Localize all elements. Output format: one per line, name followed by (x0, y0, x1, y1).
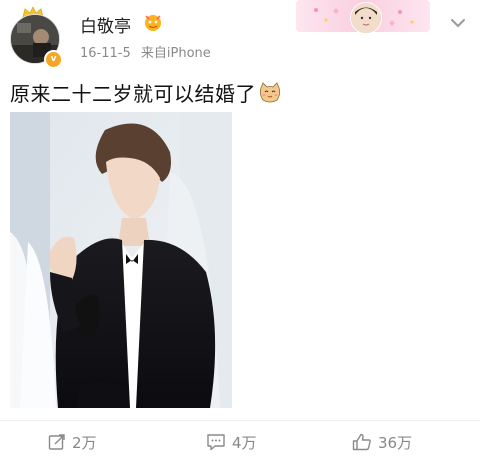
post-text: 原来二十二岁就可以结婚了 (10, 78, 282, 107)
post-image[interactable] (10, 112, 232, 408)
post-date: 16-11-5 (80, 46, 131, 61)
fan-card-avatar (350, 2, 382, 34)
post-source[interactable]: 来自iPhone (141, 46, 211, 61)
repost-icon (48, 434, 65, 450)
cat-emoji-icon (259, 82, 281, 103)
weibo-post: v 白敬亭 16-11-5 来自iPhone 原来二十二岁就可以结婚了 2万 4… (0, 0, 480, 458)
like-count: 36万 (378, 433, 413, 452)
post-meta: 16-11-5 来自iPhone (80, 42, 217, 61)
comment-button[interactable]: 4万 (206, 430, 257, 454)
like-icon (352, 433, 371, 451)
action-bar-divider (0, 420, 480, 421)
verified-icon: v (44, 50, 63, 69)
username[interactable]: 白敬亭 (80, 12, 131, 37)
repost-button[interactable]: 2万 (48, 430, 97, 454)
vip-badge-icon (145, 15, 161, 31)
more-icon[interactable] (448, 16, 468, 30)
comment-count: 4万 (232, 433, 257, 452)
post-text-content: 原来二十二岁就可以结婚了 (10, 82, 256, 106)
avatar-container[interactable]: v (8, 6, 64, 69)
post-image-illustration (10, 112, 232, 408)
fan-card-decoration[interactable] (296, 0, 430, 34)
repost-count: 2万 (72, 433, 97, 452)
comment-icon (207, 434, 225, 451)
like-button[interactable]: 36万 (352, 430, 412, 454)
